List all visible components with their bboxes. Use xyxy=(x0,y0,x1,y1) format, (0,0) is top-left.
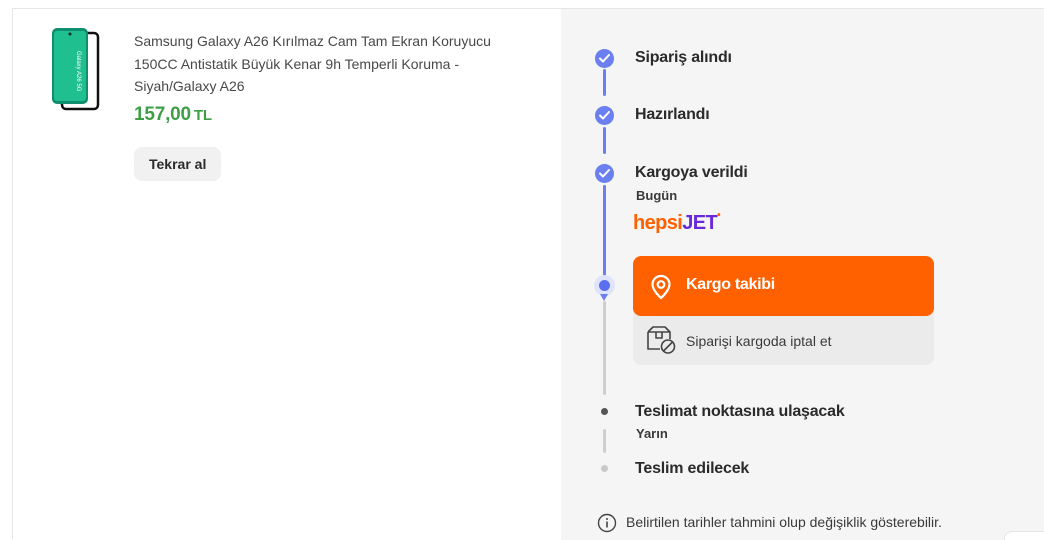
cargo-tracking-button[interactable]: Kargo takibi xyxy=(633,256,934,316)
step-reach-delivery-point-date: Yarın xyxy=(636,426,668,441)
step-prepared: Hazırlandı xyxy=(635,106,710,123)
cargo-tracking-label: Kargo takibi xyxy=(686,276,775,293)
timeline-connector xyxy=(603,127,606,154)
price-currency: TL xyxy=(193,107,212,124)
timeline-connector xyxy=(603,185,606,277)
timeline-connector xyxy=(603,301,606,395)
reorder-button[interactable]: Tekrar al xyxy=(134,147,222,181)
step-reach-delivery-point: Teslimat noktasına ulaşacak xyxy=(635,403,845,420)
estimate-disclaimer-text: Belirtilen tarihler tahmini olup değişik… xyxy=(626,514,942,530)
check-icon xyxy=(595,49,614,68)
step-shipped: Kargoya verildi xyxy=(635,164,748,181)
carrier-logo: hepsiJET• xyxy=(633,210,721,235)
timeline-connector xyxy=(603,69,606,96)
product-image[interactable]: Galaxy A26 5G xyxy=(50,27,102,111)
product-thumb-text: Galaxy A26 5G xyxy=(75,51,81,92)
shipment-timeline-panel: Sipariş alındı Hazırlandı Kargoya verild… xyxy=(561,9,1044,540)
cancel-in-shipping-label: Siparişi kargoda iptal et xyxy=(686,333,832,349)
step-delivered: Teslim edilecek xyxy=(635,460,750,477)
carrier-logo-part2: JET xyxy=(682,212,718,234)
check-icon xyxy=(595,164,614,183)
product-price: 157,00 TL xyxy=(134,104,212,126)
carrier-logo-mark: • xyxy=(717,210,721,221)
step-shipped-date: Bugün xyxy=(636,188,678,203)
cancel-in-shipping-button[interactable]: Siparişi kargoda iptal et xyxy=(633,316,934,365)
timeline-connector xyxy=(603,429,606,453)
location-pin-icon xyxy=(651,274,671,300)
step-order-received: Sipariş alındı xyxy=(635,49,732,66)
order-item-card: Galaxy A26 5G Samsung Galaxy A26 Kırılma… xyxy=(12,8,1044,540)
carrier-logo-part1: hepsi xyxy=(633,212,683,234)
product-title[interactable]: Samsung Galaxy A26 Kırılmaz Cam Tam Ekra… xyxy=(134,30,529,98)
pending-step-dot xyxy=(601,465,608,472)
price-value: 157,00 xyxy=(134,104,191,125)
info-icon xyxy=(597,513,617,533)
check-icon xyxy=(595,106,614,125)
tracking-actions-card: Kargo takibi Siparişi kargoda iptal et xyxy=(633,256,934,365)
package-cancel-icon xyxy=(647,326,676,354)
pending-step-dot xyxy=(601,408,608,415)
current-step-marker xyxy=(594,275,615,301)
